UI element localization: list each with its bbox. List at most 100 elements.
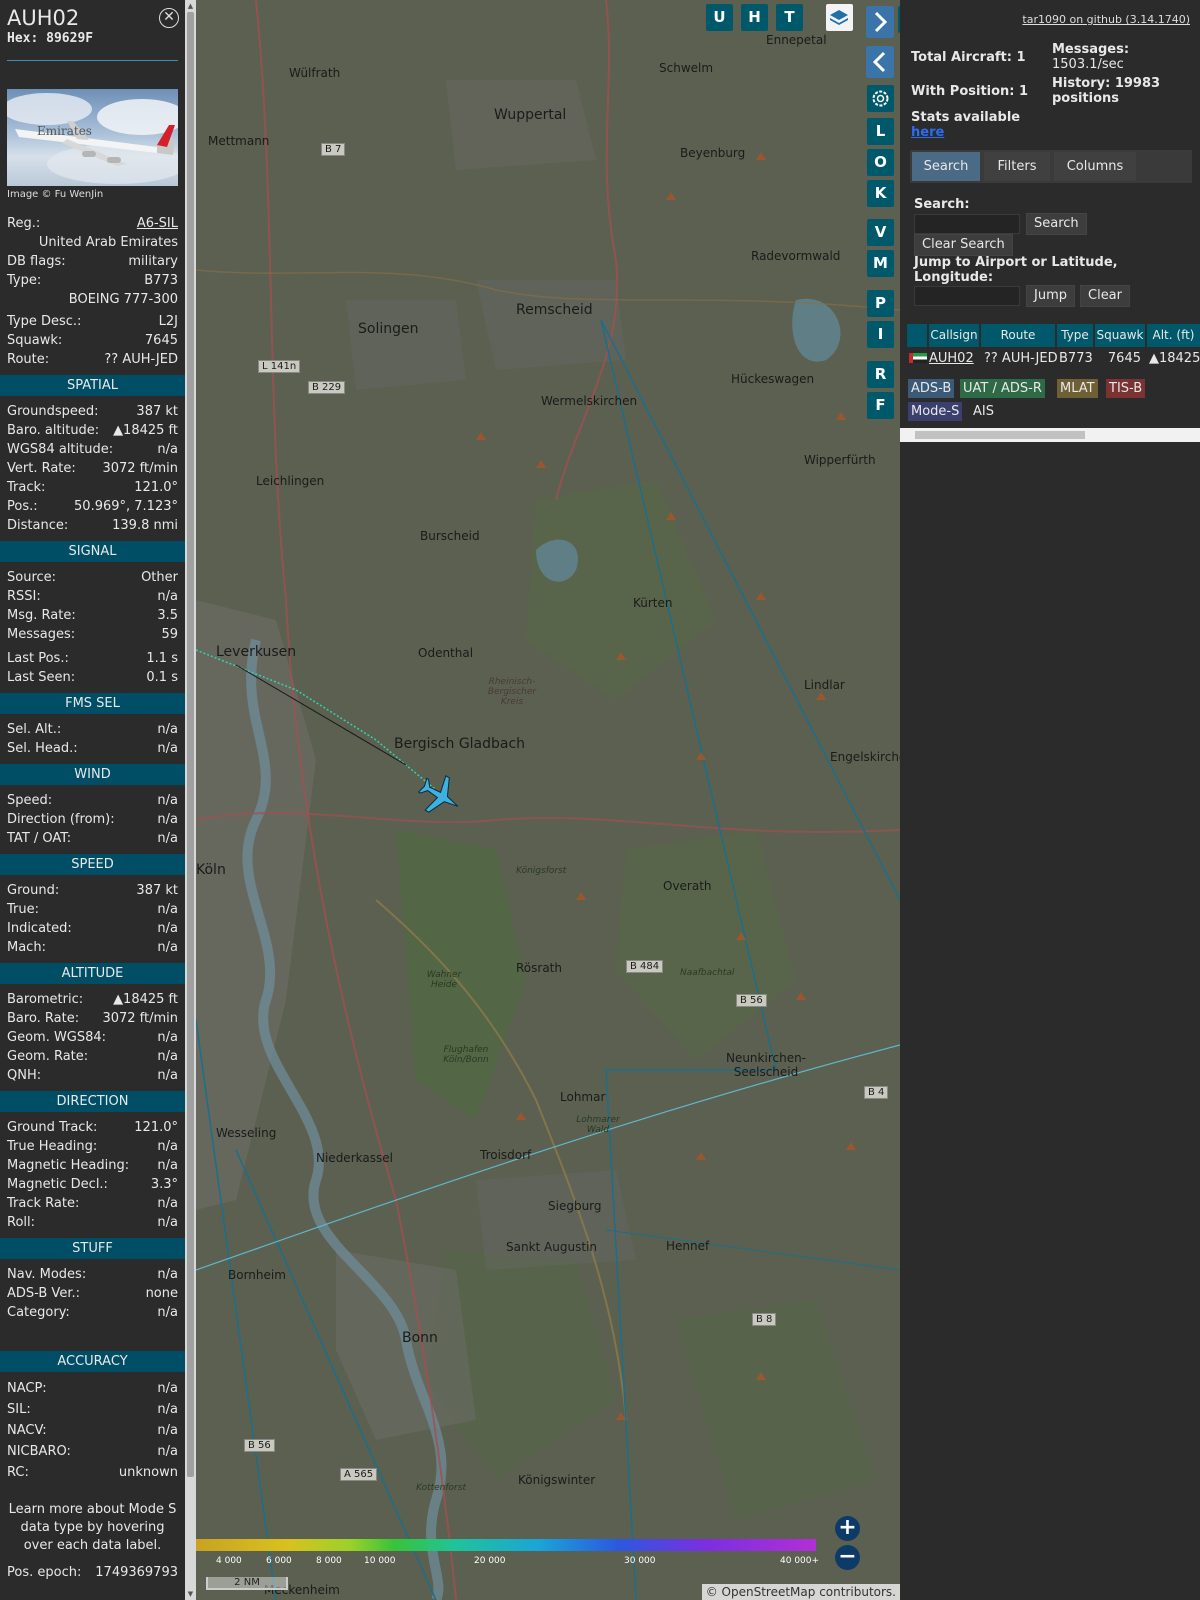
jump-button[interactable]: Jump: [1026, 285, 1075, 307]
accuracy-row: RC: unknown: [0, 1462, 185, 1483]
scroll-up-icon[interactable]: ▲: [186, 1, 195, 11]
o-button[interactable]: O: [867, 149, 894, 176]
row-value: 59: [161, 627, 178, 642]
row-label: DB flags:: [7, 254, 66, 269]
row-label: Type:: [7, 273, 42, 288]
place-label: Niederkassel: [316, 1151, 393, 1165]
chevron-left-icon: [872, 51, 886, 73]
section-stuff: STUFF: [0, 1238, 185, 1259]
altitude-legend-label: 4 000: [216, 1556, 242, 1566]
altitude-legend-label: 10 000: [364, 1556, 396, 1566]
spatial-row: WGS84 altitude: n/a: [0, 440, 185, 459]
row-value: 7645: [144, 333, 178, 348]
expand-sidebar-button[interactable]: [866, 6, 894, 38]
row-value: B773: [144, 273, 178, 288]
row-value: 3.3°: [150, 1177, 178, 1192]
aircraft-icon[interactable]: [412, 768, 468, 823]
section-direction: DIRECTION: [0, 1091, 185, 1112]
place-label: Wahner Heide: [426, 970, 462, 990]
info-scrollbar[interactable]: ▲ ▼: [185, 0, 196, 1600]
row-label: Last Pos.:: [7, 651, 69, 666]
map-view[interactable]: Wülfrath Wuppertal Mettmann Schwelm Enne…: [196, 0, 900, 1600]
place-label: Bonn: [402, 1330, 438, 1346]
direction-row: True Heading: n/a: [0, 1137, 185, 1156]
clear-search-button[interactable]: Clear Search: [914, 234, 1013, 256]
altitude-color-bar: [196, 1539, 816, 1551]
stats-available-label: Stats available: [911, 110, 1021, 125]
row-label: Type Desc.:: [7, 314, 82, 329]
row-value: 121.0°: [134, 1120, 178, 1135]
table-header[interactable]: Squawk: [1095, 324, 1145, 347]
row-label: Sel. Head.:: [7, 741, 78, 756]
place-label: Wermelskirchen: [541, 394, 638, 408]
signal-row: Last Pos.: 1.1 s: [0, 649, 185, 668]
info-header: AUH02 Hex: 89629F ✕: [0, 0, 185, 46]
table-header[interactable]: Route: [981, 324, 1055, 347]
r-button[interactable]: R: [867, 361, 894, 388]
row-label: Pos. epoch:: [7, 1565, 82, 1580]
row-value: 139.8 nmi: [112, 518, 178, 533]
table-header[interactable]: Callsign: [929, 324, 979, 347]
scroll-down-icon[interactable]: ▼: [186, 1589, 195, 1599]
row-altitude: ▲18425: [1149, 351, 1200, 366]
collapse-sidebar-button[interactable]: [866, 46, 894, 78]
signal-row: Last Seen: 0.1 s: [0, 668, 185, 687]
aircraft-photo-art: Emirates: [7, 93, 178, 184]
clear-jump-button[interactable]: Clear: [1080, 285, 1130, 307]
scrollbar-thumb[interactable]: [187, 12, 194, 1477]
row-callsign[interactable]: AUH02: [929, 350, 974, 368]
p-button[interactable]: P: [867, 290, 894, 317]
stats-here-link[interactable]: here: [911, 125, 944, 140]
tab-search[interactable]: Search: [912, 152, 980, 181]
row-value: n/a: [157, 1139, 178, 1154]
layers-button[interactable]: [826, 4, 853, 31]
row-value: n/a: [157, 1049, 178, 1064]
row-label: True:: [7, 902, 39, 917]
l-button[interactable]: L: [867, 118, 894, 145]
zoom-out-button[interactable]: −: [835, 1545, 860, 1570]
attribution-suffix: contributors.: [815, 1585, 896, 1599]
table-header[interactable]: Type: [1057, 324, 1093, 347]
place-label: Radevormwald: [751, 249, 841, 263]
registration-link[interactable]: A6-SIL: [137, 214, 178, 233]
section-speed: SPEED: [0, 854, 185, 875]
row-label: NACP:: [7, 1381, 47, 1396]
h-button[interactable]: H: [741, 4, 768, 31]
direction-row: Track Rate: n/a: [0, 1194, 185, 1213]
i-button[interactable]: I: [867, 321, 894, 348]
section-fms: FMS SEL: [0, 693, 185, 714]
tab-filters[interactable]: Filters: [984, 152, 1050, 181]
search-input[interactable]: [914, 214, 1020, 234]
row-value: 0.1 s: [146, 670, 178, 685]
k-button[interactable]: K: [867, 180, 894, 207]
row-value: ▲18425 ft: [113, 423, 178, 438]
place-label: Wülfrath: [289, 66, 341, 80]
github-link[interactable]: tar1090 on github (3.14.1740): [1022, 13, 1190, 26]
aircraft-photo[interactable]: Emirates: [7, 89, 178, 186]
scrollbar-thumb[interactable]: [915, 431, 1085, 439]
row-value: n/a: [157, 1267, 178, 1282]
place-label: Leichlingen: [256, 474, 325, 488]
t-button[interactable]: T: [776, 4, 803, 31]
road-label: B 8: [752, 1313, 777, 1326]
m-button[interactable]: M: [867, 250, 894, 277]
openstreetmap-link[interactable]: OpenStreetMap: [722, 1585, 816, 1599]
f-button[interactable]: F: [867, 392, 894, 419]
search-button[interactable]: Search: [1026, 213, 1087, 235]
settings-button[interactable]: [867, 85, 894, 112]
close-icon[interactable]: ✕: [159, 8, 179, 28]
info-row-type: Type: B773: [0, 271, 185, 290]
table-horizontal-scrollbar[interactable]: [900, 428, 1200, 442]
map-base-layer: [196, 0, 900, 1600]
road-label: B 484: [626, 960, 664, 973]
tab-columns[interactable]: Columns: [1054, 152, 1136, 181]
v-button[interactable]: V: [867, 219, 894, 246]
row-label: Vert. Rate:: [7, 461, 76, 476]
jump-input[interactable]: [914, 286, 1020, 306]
zoom-in-button[interactable]: +: [835, 1516, 860, 1541]
place-label: Hennef: [666, 1239, 710, 1253]
accuracy-row: SIL: n/a: [0, 1399, 185, 1420]
u-button[interactable]: U: [706, 4, 733, 31]
road-label: B 229: [308, 381, 346, 394]
table-header[interactable]: Alt. (ft): [1147, 324, 1200, 347]
